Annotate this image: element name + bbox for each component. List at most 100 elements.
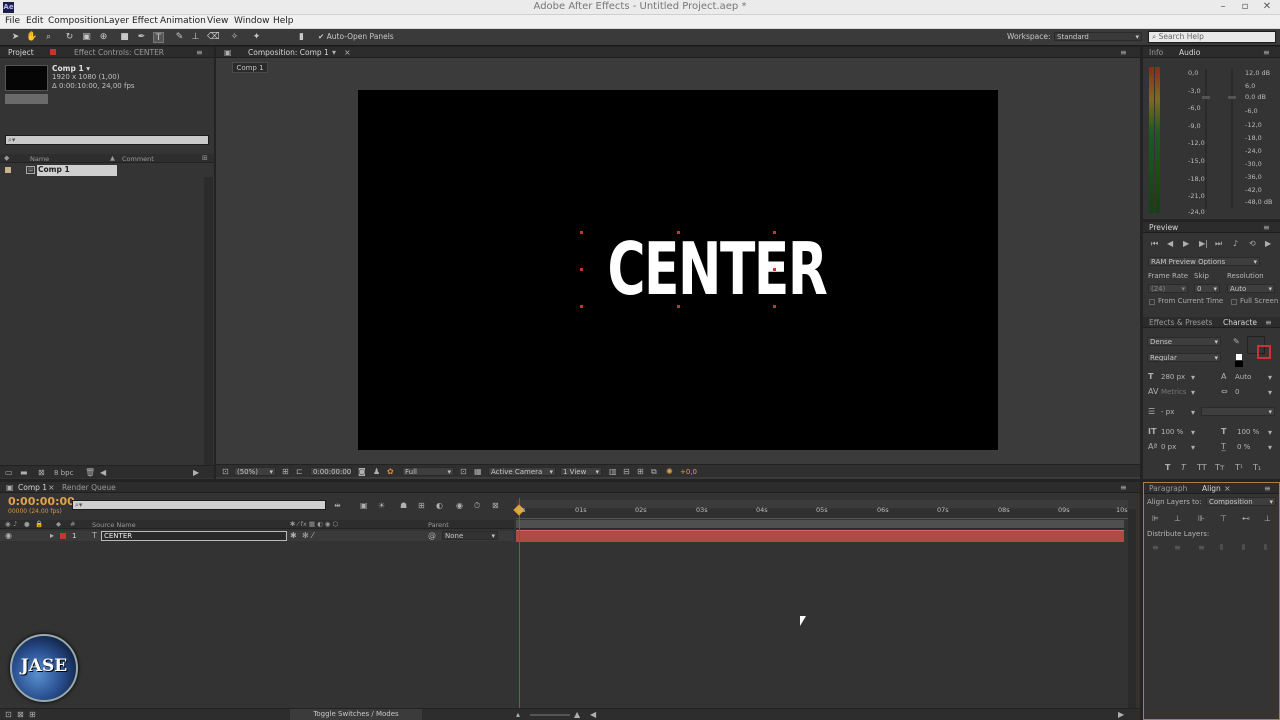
trash-icon[interactable]: 🗑 [85,469,95,477]
zoom-slider[interactable] [530,714,570,716]
panel-menu-icon[interactable]: ≡ [1263,48,1270,57]
frame-rate-dropdown[interactable]: (24) ▾ [1148,284,1188,293]
menu-layer[interactable]: Layer [104,16,129,26]
horizontal-scale-value[interactable]: 100 % [1237,428,1259,436]
next-frame-icon[interactable]: ▶| [1199,240,1208,248]
timeline-scrollbar[interactable] [1128,509,1136,709]
expand-in-out-icon[interactable]: ⊞ [29,711,36,719]
faux-italic-icon[interactable]: T [1181,464,1186,472]
draft-3d-icon[interactable]: ☀ [378,502,385,510]
tab-audio[interactable]: Audio [1179,48,1200,57]
magnification-dropdown[interactable]: (50%) ▾ [234,467,276,476]
live-update-icon[interactable]: ▣ [360,502,368,510]
tsume-value[interactable]: 0 % [1237,443,1250,451]
frame-blending-icon[interactable]: ⊞ [418,502,425,510]
flowchart-icon[interactable]: ⧉ [651,468,657,476]
tracking-value[interactable]: 0 [1235,388,1239,396]
comp-name[interactable]: Comp 1 ▾ [52,64,90,73]
chevron-down-icon[interactable]: ▾ [332,49,336,57]
new-composition-icon[interactable]: ⊠ [38,469,45,477]
menu-animation[interactable]: Animation [160,16,206,26]
clone-stamp-tool-icon[interactable]: ⊥ [190,32,201,43]
vertical-scale-value[interactable]: 100 % [1161,428,1183,436]
current-time-indicator[interactable] [519,498,520,708]
font-size-value[interactable]: 280 px [1161,373,1185,381]
menu-view[interactable]: View [207,16,228,26]
color-depth-label[interactable]: 8 bpc [54,469,73,477]
menu-help[interactable]: Help [273,16,294,26]
chevron-down-icon[interactable]: ▾ [1191,429,1195,437]
tab-info[interactable]: Info [1149,48,1163,57]
distribute-left-icon[interactable]: ⫴ [1220,544,1223,552]
auto-open-checkbox[interactable]: ✔ Auto-Open Panels [318,32,394,41]
transparency-grid-icon[interactable]: ▦ [474,468,482,476]
roto-brush-tool-icon[interactable]: ✧ [229,32,240,43]
shy-switch-icon[interactable]: ✱ [290,532,297,540]
region-of-interest-icon[interactable]: ⊡ [460,468,467,476]
baseline-shift-value[interactable]: 0 px [1161,443,1176,451]
solo-switch-icon[interactable]: ● [24,520,30,528]
tab-timeline-comp[interactable]: Comp 1 [18,483,47,492]
volume-slider-track[interactable] [1231,69,1233,209]
flowchart-icon[interactable]: ⊞ [202,154,208,162]
shy-layers-icon[interactable]: ☗ [400,502,407,510]
subscript-icon[interactable]: T₁ [1253,464,1261,472]
close-button[interactable]: ✕ [1256,0,1278,14]
timeline-timecode[interactable]: 0:00:00:00 [8,495,75,508]
play-icon[interactable]: ▶ [1183,240,1189,248]
loop-icon[interactable]: ⟲ [1249,240,1256,248]
first-frame-icon[interactable]: ⏮ [1151,240,1158,248]
eraser-tool-icon[interactable]: ⌫ [207,32,220,43]
auto-keyframe-icon[interactable]: ⏱ [474,502,480,510]
menu-composition[interactable]: Composition [48,16,104,26]
zoom-tool-icon[interactable]: ⌕ [43,32,54,43]
pick-whip-icon[interactable]: @ [428,532,436,540]
zoom-in-icon[interactable]: ▲ [574,711,580,719]
motion-blur-icon[interactable]: ◐ [436,502,443,510]
quality-switch-icon[interactable]: ⁄ [312,532,313,540]
timeline-search-input[interactable]: ⌕▾ [72,500,326,510]
parent-dropdown[interactable]: None ▾ [442,531,498,540]
type-tool-icon[interactable]: T [153,32,164,43]
expand-layer-switches-icon[interactable]: ⊡ [5,711,12,719]
superscript-icon[interactable]: T¹ [1235,464,1243,472]
chevron-down-icon[interactable]: ▾ [1191,374,1195,382]
preview-resolution-dropdown[interactable]: Auto ▾ [1227,284,1275,293]
comp-mini-flowchart-icon[interactable]: ⇹ [334,502,341,510]
collapse-switch-icon[interactable]: ✻ [302,532,309,540]
white-swatch[interactable] [1235,353,1243,361]
bounding-box-handle[interactable] [773,305,776,308]
chevron-down-icon[interactable]: ▾ [1191,444,1195,452]
tab-project[interactable]: Project [8,48,34,57]
kerning-value[interactable]: Metrics [1161,388,1186,396]
chevron-down-icon[interactable]: ▾ [1268,389,1272,397]
menu-edit[interactable]: Edit [26,16,43,26]
font-style-dropdown[interactable]: Regular ▾ [1147,353,1221,362]
black-swatch[interactable] [1235,361,1243,367]
timeline-icon[interactable]: ⊞ [637,468,644,476]
tab-effects-presets[interactable]: Effects & Presets [1149,318,1212,327]
label-color-swatch[interactable] [60,533,66,539]
full-screen-checkbox[interactable] [1231,299,1237,305]
panel-menu-icon[interactable]: ≡ [196,48,203,57]
zoom-out-icon[interactable]: ▴ [516,711,520,719]
expand-arrow-icon[interactable]: ▸ [50,532,54,540]
scroll-left-icon[interactable]: ◀ [590,711,596,719]
maximize-button[interactable]: ▫ [1234,0,1256,14]
chevron-down-icon[interactable]: ▾ [1268,429,1272,437]
interpret-footage-icon[interactable]: ▭ [5,469,13,477]
exposure-value[interactable]: +0,0 [680,468,697,476]
panel-menu-icon[interactable]: ≡ [1120,48,1127,57]
list-item[interactable]: ▤ Comp 1 [0,165,200,176]
toggle-pixel-aspect-icon[interactable]: ▥ [609,468,617,476]
show-snapshot-icon[interactable]: ♟ [373,468,380,476]
align-top-icon[interactable]: ⊤ [1220,515,1227,523]
ram-preview-options-dropdown[interactable]: RAM Preview Options ▾ [1148,257,1260,266]
snapshot-camera-icon[interactable]: ◙ [358,468,366,476]
camera-view-dropdown[interactable]: Active Camera ▾ [488,467,556,476]
bounding-box-handle[interactable] [580,268,583,271]
search-help-input[interactable]: ⌕ Search Help [1148,31,1276,43]
bounding-box-handle[interactable] [677,231,680,234]
volume-slider-track[interactable] [1205,69,1207,209]
align-bottom-icon[interactable]: ⊥ [1264,515,1271,523]
